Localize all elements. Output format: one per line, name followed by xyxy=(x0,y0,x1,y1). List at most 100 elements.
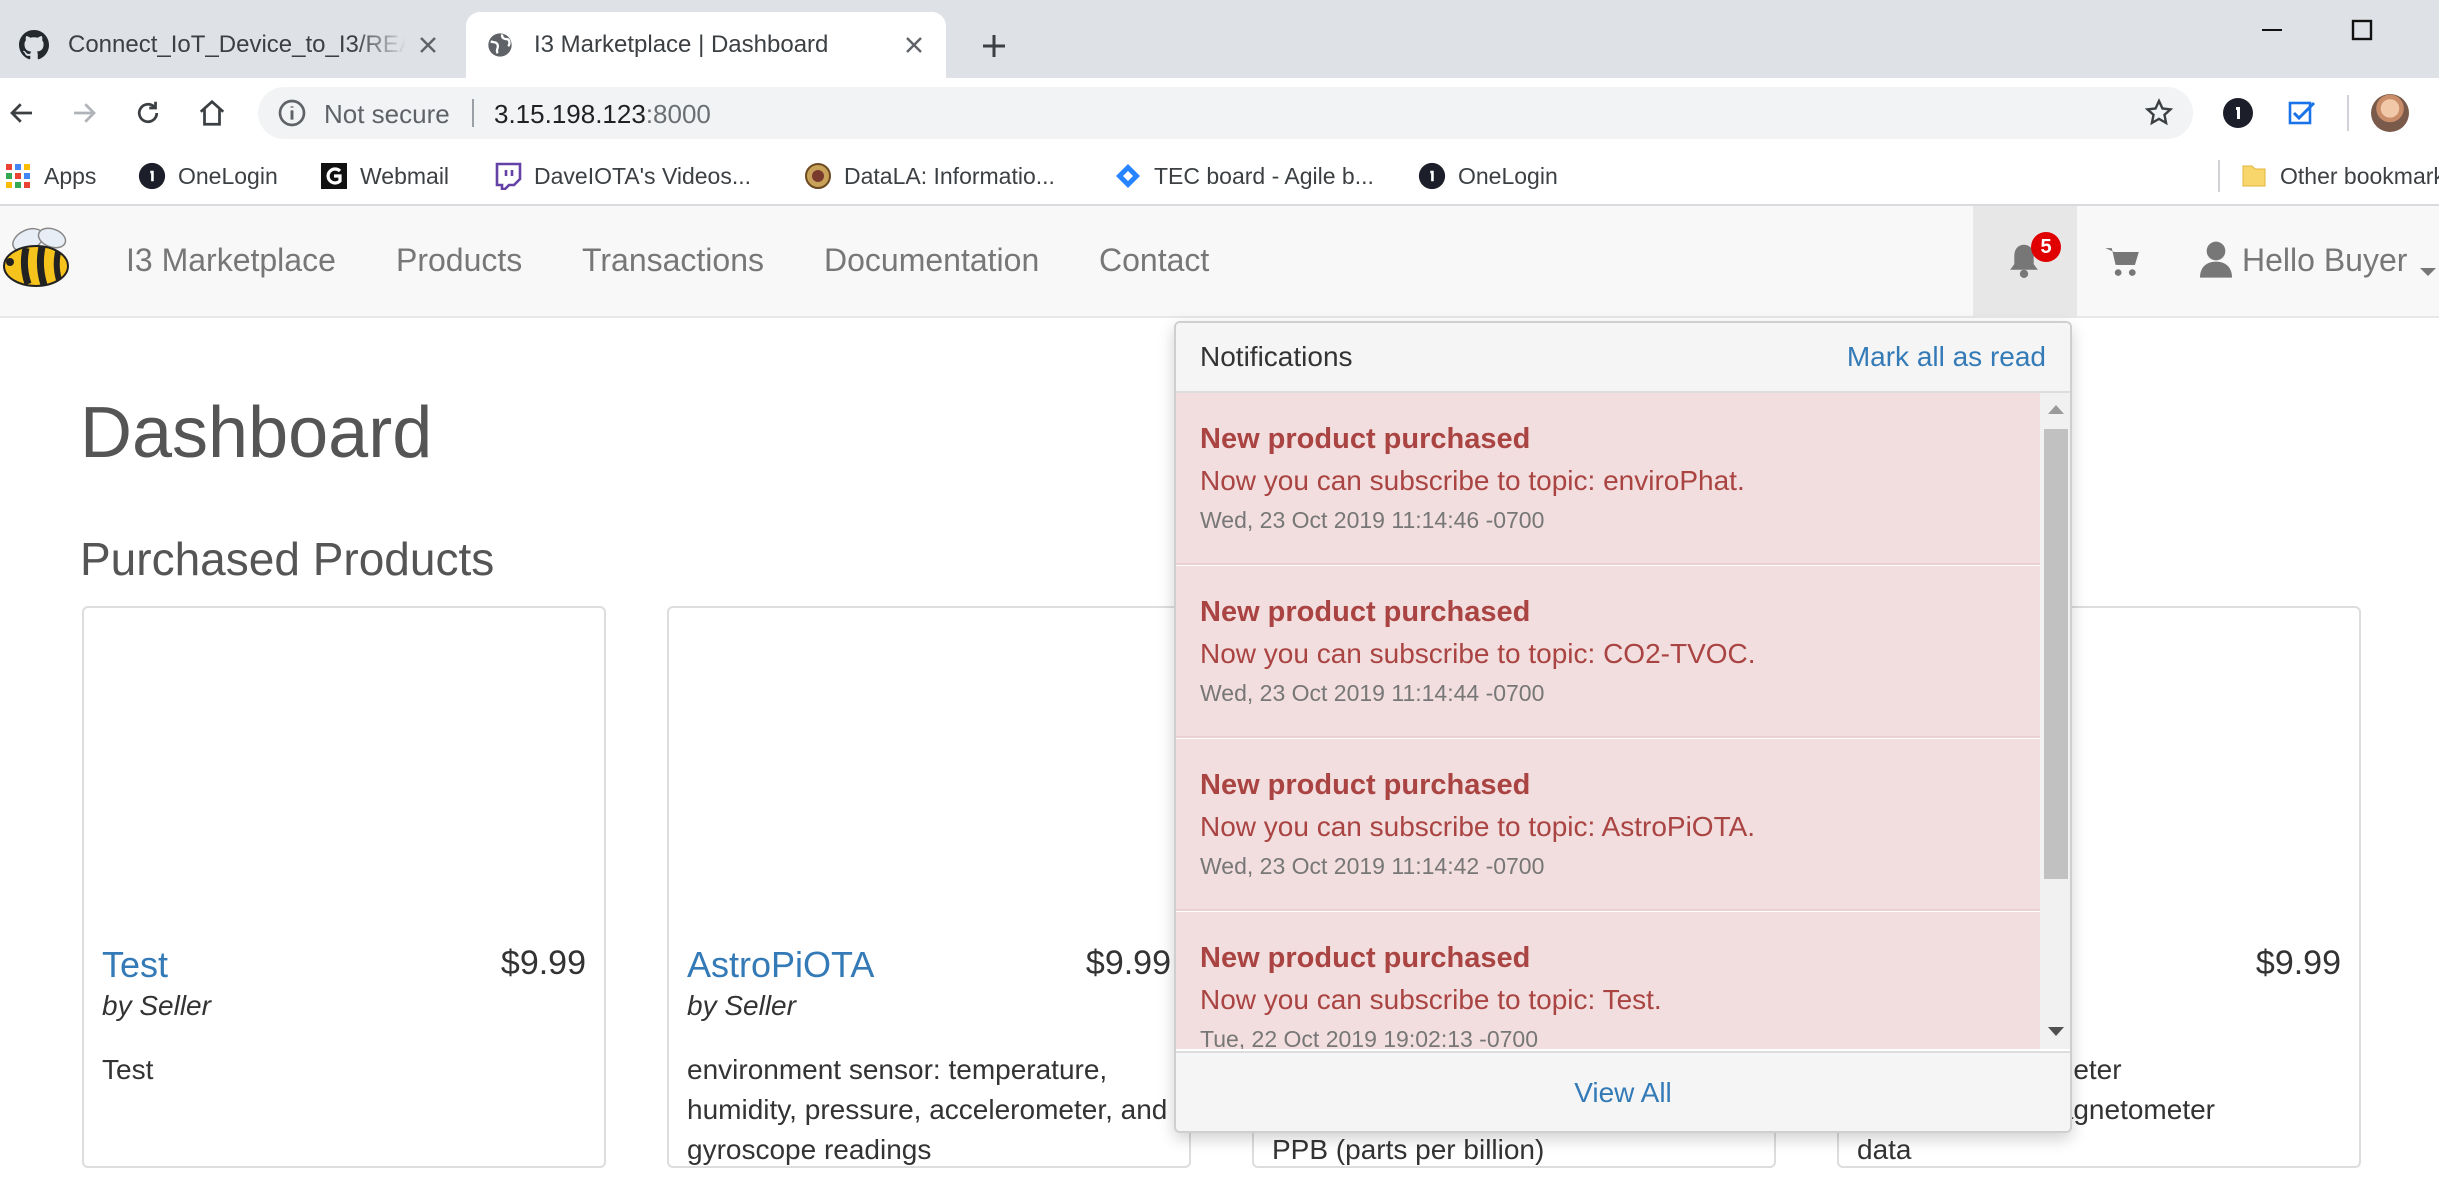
notification-title: New product purchased xyxy=(1200,942,1531,974)
home-button[interactable] xyxy=(190,91,234,135)
notification-count-badge: 5 xyxy=(2031,232,2061,262)
bookmark-label: OneLogin xyxy=(178,162,278,189)
nav-contact[interactable]: Contact xyxy=(1099,242,1209,279)
scroll-down-arrow-icon[interactable] xyxy=(2048,1027,2064,1036)
new-tab-button[interactable] xyxy=(972,24,1016,68)
notifications-footer: View All xyxy=(1176,1051,2070,1131)
notification-item[interactable]: New product purchased Now you can subscr… xyxy=(1176,566,2040,738)
back-button[interactable] xyxy=(0,91,44,135)
product-price: $9.99 xyxy=(500,944,586,982)
section-title: Purchased Products xyxy=(80,533,495,585)
task-extension-button[interactable] xyxy=(2282,93,2322,133)
close-icon[interactable] xyxy=(900,31,928,59)
github-icon xyxy=(18,29,50,61)
bee-logo-icon[interactable] xyxy=(0,222,80,300)
nav-products[interactable]: Products xyxy=(396,242,522,279)
notification-title: New product purchased xyxy=(1200,423,1531,455)
bookmark-other[interactable]: Other bookmarks xyxy=(2240,158,2439,194)
minimize-button[interactable] xyxy=(2242,8,2302,52)
bookmark-label: OneLogin xyxy=(1458,162,1558,189)
maximize-button[interactable] xyxy=(2332,8,2392,52)
notification-time: Wed, 23 Oct 2019 11:14:44 -0700 xyxy=(1200,680,1545,706)
url-port: :8000 xyxy=(645,99,711,129)
bookmark-tec-board[interactable]: TEC board - Agile b... xyxy=(1114,158,1374,194)
notification-time: Wed, 23 Oct 2019 11:14:46 -0700 xyxy=(1200,507,1545,533)
bookmark-apps[interactable]: Apps xyxy=(4,158,96,194)
onelogin-icon xyxy=(1418,162,1446,190)
info-icon[interactable] xyxy=(276,97,308,129)
bookmarks-bar: Apps OneLogin Webmail DaveIOTA's Videos.… xyxy=(0,148,2439,206)
product-description: PPB (parts per billion) xyxy=(1272,1134,1545,1165)
address-bar[interactable]: Not secure 3.15.198.123:8000 xyxy=(258,87,2193,139)
bookmarks-divider xyxy=(2218,160,2220,192)
notifications-scrollbar[interactable] xyxy=(2040,393,2070,1049)
notification-title: New product purchased xyxy=(1200,596,1531,628)
checkbox-edit-icon xyxy=(2288,101,2316,125)
bookmark-onelogin[interactable]: OneLogin xyxy=(138,158,278,194)
bookmark-star-icon[interactable] xyxy=(2143,97,2175,129)
product-name-link[interactable]: Test xyxy=(102,944,168,986)
mark-all-read-link[interactable]: Mark all as read xyxy=(1847,341,2046,373)
bookmark-label: DataLA: Informatio... xyxy=(844,162,1055,189)
notifications-title: Notifications xyxy=(1200,341,1353,372)
notification-time: Wed, 23 Oct 2019 11:14:42 -0700 xyxy=(1200,853,1545,879)
scrollbar-thumb[interactable] xyxy=(2044,429,2068,879)
user-menu[interactable]: Hello Buyer xyxy=(2242,242,2407,279)
nav-documentation[interactable]: Documentation xyxy=(824,242,1039,279)
maximize-icon xyxy=(2351,19,2373,41)
bookmark-onelogin-2[interactable]: OneLogin xyxy=(1418,158,1558,194)
tab-title: I3 Marketplace | Dashboard xyxy=(534,31,829,58)
notifications-toggle[interactable]: 5 xyxy=(1973,206,2077,316)
chevron-down-icon[interactable] xyxy=(2420,268,2436,276)
shopping-cart-icon[interactable] xyxy=(2104,244,2140,278)
bookmark-twitch-videos[interactable]: DaveIOTA's Videos... xyxy=(494,158,751,194)
product-description: environment sensor: temperature, humidit… xyxy=(687,1054,1168,1165)
forward-button[interactable] xyxy=(62,91,106,135)
product-seller: by Seller xyxy=(102,990,211,1021)
toolbar-divider xyxy=(2347,95,2349,131)
datala-seal-icon xyxy=(804,162,832,190)
url-text[interactable]: 3.15.198.123:8000 xyxy=(494,99,711,130)
notification-item[interactable]: New product purchased Now you can subscr… xyxy=(1176,739,2040,911)
brand-link[interactable]: I3 Marketplace xyxy=(126,242,336,279)
onelogin-extension-button[interactable] xyxy=(2218,93,2258,133)
notification-message: Now you can subscribe to topic: enviroPh… xyxy=(1200,465,1745,496)
nav-transactions[interactable]: Transactions xyxy=(582,242,764,279)
notification-item[interactable]: New product purchased Now you can subscr… xyxy=(1176,393,2040,565)
reload-button[interactable] xyxy=(126,91,170,135)
view-all-link[interactable]: View All xyxy=(1574,1077,1672,1109)
arrow-right-icon xyxy=(74,103,96,123)
bookmark-datala[interactable]: DataLA: Informatio... xyxy=(804,158,1055,194)
onelogin-icon xyxy=(138,162,166,190)
notification-item[interactable]: New product purchased Now you can subscr… xyxy=(1176,912,2040,1049)
scroll-up-arrow-icon[interactable] xyxy=(2048,405,2064,414)
apps-grid-icon xyxy=(4,162,32,190)
user-icon[interactable] xyxy=(2200,240,2232,278)
tab-github-readme[interactable]: Connect_IoT_Device_to_I3/README xyxy=(0,12,460,78)
home-icon xyxy=(199,99,225,126)
product-price: $9.99 xyxy=(2255,944,2341,982)
bookmark-label: Apps xyxy=(44,162,97,189)
bookmark-webmail[interactable]: Webmail xyxy=(320,158,449,194)
security-label: Not secure xyxy=(324,99,450,129)
address-separator xyxy=(472,99,474,127)
notification-time: Tue, 22 Oct 2019 19:02:13 -0700 xyxy=(1200,1026,1539,1049)
product-name-link[interactable]: AstroPiOTA xyxy=(687,944,874,986)
avatar xyxy=(2371,94,2409,132)
notifications-list[interactable]: New product purchased Now you can subscr… xyxy=(1176,393,2040,1049)
product-seller: by Seller xyxy=(687,990,796,1021)
page-title: Dashboard xyxy=(80,393,433,473)
url-host: 3.15.198.123 xyxy=(494,99,646,129)
jira-icon xyxy=(1114,162,1142,190)
close-icon[interactable] xyxy=(414,31,442,59)
folder-icon xyxy=(2240,162,2268,190)
globe-icon xyxy=(484,29,516,61)
profile-avatar-button[interactable] xyxy=(2370,93,2410,133)
notification-message: Now you can subscribe to topic: Test. xyxy=(1200,984,1662,1015)
product-price: $9.99 xyxy=(1085,944,1171,982)
product-card: AstroPiOTA $9.99 by Seller environment s… xyxy=(667,606,1191,1168)
browser-tab-strip: Connect_IoT_Device_to_I3/README I3 Marke… xyxy=(0,0,2439,78)
bookmark-label: TEC board - Agile b... xyxy=(1154,162,1374,189)
bookmark-label: Other bookmarks xyxy=(2280,162,2439,189)
tab-i3-dashboard[interactable]: I3 Marketplace | Dashboard xyxy=(466,12,946,78)
